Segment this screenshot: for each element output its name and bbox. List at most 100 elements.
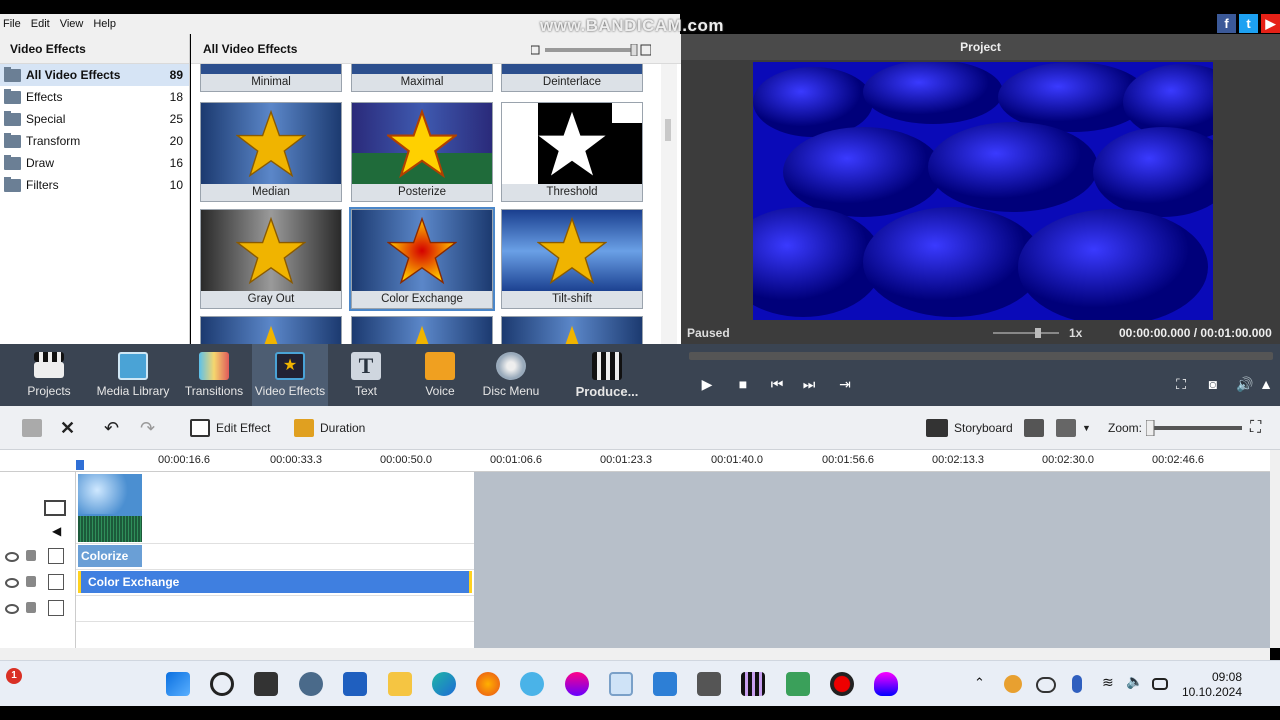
settings-icon[interactable] xyxy=(299,672,323,696)
toolbar-projects[interactable]: Projects xyxy=(22,344,76,406)
microphone-icon[interactable] xyxy=(1072,675,1082,693)
sync-icon[interactable] xyxy=(1004,675,1022,693)
eye-icon[interactable] xyxy=(5,578,19,588)
chevron-up-icon[interactable]: ⌃ xyxy=(974,675,985,691)
effect-tile-maximal[interactable]: Maximal xyxy=(351,64,493,92)
file-explorer-icon[interactable] xyxy=(388,672,412,696)
lock-icon[interactable] xyxy=(26,576,36,587)
firefox-icon[interactable] xyxy=(476,672,500,696)
storyboard-button[interactable]: Storyboard xyxy=(926,416,1013,440)
category-filters[interactable]: Filters 10 xyxy=(0,174,189,196)
volume-icon[interactable]: 🔊 xyxy=(1235,374,1255,394)
zoom-slider[interactable] xyxy=(1146,420,1242,436)
category-draw[interactable]: Draw 16 xyxy=(0,152,189,174)
photos-icon[interactable] xyxy=(653,672,677,696)
category-all-video-effects[interactable]: All Video Effects 89 xyxy=(0,64,189,86)
search-icon[interactable] xyxy=(210,672,234,696)
effect-tile-threshold[interactable]: Threshold xyxy=(501,102,643,202)
timeline-empty-area[interactable] xyxy=(474,472,1270,648)
stop-icon[interactable]: ■ xyxy=(733,374,753,394)
cloud-icon[interactable] xyxy=(1036,677,1056,693)
toolbar-video-effects[interactable]: ★ Video Effects xyxy=(252,344,328,406)
notepad-icon[interactable] xyxy=(609,672,633,696)
duration-button[interactable]: Duration xyxy=(294,416,365,440)
edit-effect-button[interactable]: Edit Effect xyxy=(190,416,270,440)
effect-tile-partial[interactable] xyxy=(351,316,493,344)
effect-tile-gray-out[interactable]: Gray Out xyxy=(200,209,342,309)
toolbar-voice[interactable]: Voice xyxy=(414,344,466,406)
volume-icon[interactable]: 🔈 xyxy=(1126,673,1143,690)
system-clock[interactable]: 09:08 10.10.2024 xyxy=(1182,670,1242,700)
display-options-icon[interactable]: ▼ xyxy=(1056,416,1091,440)
thumbnail-size-slider[interactable] xyxy=(531,44,651,56)
menu-file[interactable]: File xyxy=(3,18,21,30)
toolbar-text[interactable]: T Text xyxy=(340,344,392,406)
select-all-icon[interactable] xyxy=(22,416,42,440)
effect-tile-tilt-shift[interactable]: Tilt-shift xyxy=(501,209,643,309)
chevron-up-icon[interactable]: ▲ xyxy=(1259,374,1273,394)
facebook-icon[interactable]: f xyxy=(1217,14,1236,33)
speaker-icon[interactable]: ◀ xyxy=(52,524,61,538)
timeline-horizontal-scrollbar[interactable] xyxy=(0,648,1270,660)
playhead[interactable] xyxy=(76,460,84,470)
timeline-ruler[interactable]: 00:00:16.6 00:00:33.3 00:00:50.0 00:01:0… xyxy=(0,450,1270,472)
menu-view[interactable]: View xyxy=(60,18,84,30)
store-icon[interactable] xyxy=(343,672,367,696)
colorize-effect-clip[interactable]: Colorize xyxy=(78,545,142,567)
notification-badge[interactable]: 1 xyxy=(6,668,22,684)
effect-tile-color-exchange[interactable]: Color Exchange xyxy=(349,207,495,311)
audio-mixer-icon[interactable] xyxy=(1024,416,1044,440)
fullscreen-icon[interactable]: ⛶ xyxy=(1171,374,1191,394)
category-effects[interactable]: Effects 18 xyxy=(0,86,189,108)
effect-tile-posterize[interactable]: Posterize xyxy=(351,102,493,202)
record-icon[interactable] xyxy=(830,672,854,696)
edge-icon[interactable] xyxy=(432,672,456,696)
jump-icon[interactable]: ⇥ xyxy=(835,374,855,394)
effect-tile-partial[interactable] xyxy=(501,316,643,344)
scrollbar-thumb[interactable] xyxy=(665,119,671,141)
effect-tile-deinterlace[interactable]: Deinterlace xyxy=(501,64,643,92)
start-icon[interactable] xyxy=(166,672,190,696)
task-view-icon[interactable] xyxy=(254,672,278,696)
category-transform[interactable]: Transform 20 xyxy=(0,130,189,152)
previous-frame-icon[interactable]: ⏮ xyxy=(767,374,787,394)
color-exchange-effect-clip[interactable]: Color Exchange xyxy=(78,571,472,593)
app-icon[interactable] xyxy=(786,672,810,696)
playback-speed-slider[interactable] xyxy=(993,328,1059,338)
category-special[interactable]: Special 25 xyxy=(0,108,189,130)
toolbar-disc-menu[interactable]: Disc Menu xyxy=(482,344,540,406)
menu-help[interactable]: Help xyxy=(93,18,116,30)
text-icon: T xyxy=(351,352,381,380)
menu-edit[interactable]: Edit xyxy=(31,18,50,30)
seek-bar[interactable] xyxy=(689,352,1273,360)
battery-icon[interactable] xyxy=(1152,678,1168,690)
next-frame-icon[interactable]: ⏭ xyxy=(799,374,819,394)
toolbar-produce[interactable]: Produce... xyxy=(570,344,644,406)
wifi-icon[interactable]: ≋ xyxy=(1102,674,1114,691)
lock-icon[interactable] xyxy=(26,602,36,613)
redo-icon[interactable]: ↷ xyxy=(140,416,155,440)
undo-icon[interactable]: ↶ xyxy=(104,416,119,440)
maps-icon[interactable] xyxy=(520,672,544,696)
camera-icon[interactable] xyxy=(697,672,721,696)
youtube-icon[interactable]: ▶ xyxy=(1261,14,1280,33)
effects-scrollbar[interactable] xyxy=(661,64,677,344)
effect-tile-partial[interactable] xyxy=(200,316,342,344)
toolbar-media-library[interactable]: Media Library xyxy=(96,344,170,406)
eye-icon[interactable] xyxy=(5,552,19,562)
lock-icon[interactable] xyxy=(26,550,36,561)
snapshot-icon[interactable]: ◙ xyxy=(1203,374,1223,394)
paint-icon[interactable] xyxy=(565,672,589,696)
eye-icon[interactable] xyxy=(5,604,19,614)
play-icon[interactable]: ▶ xyxy=(697,374,717,394)
effect-tile-median[interactable]: Median xyxy=(200,102,342,202)
twitter-icon[interactable]: t xyxy=(1239,14,1258,33)
timeline-vertical-scrollbar[interactable] xyxy=(1270,450,1280,648)
video-clip[interactable] xyxy=(78,474,142,542)
toolbar-transitions[interactable]: Transitions xyxy=(182,344,246,406)
video-editor-icon[interactable] xyxy=(741,672,765,696)
audio-icon[interactable] xyxy=(874,672,898,696)
effect-tile-minimal[interactable]: Minimal xyxy=(200,64,342,92)
delete-icon[interactable]: ✕ xyxy=(60,416,75,440)
fit-timeline-icon[interactable]: ⛶ xyxy=(1250,416,1261,440)
